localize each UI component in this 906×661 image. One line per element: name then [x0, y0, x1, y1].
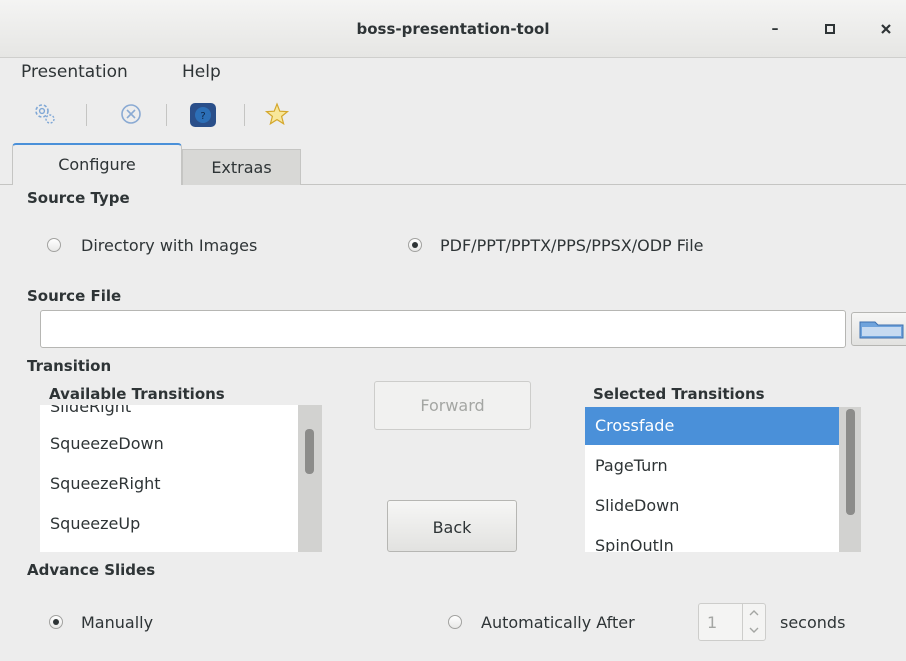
tab-configure[interactable]: Configure [12, 143, 182, 185]
menu-presentation[interactable]: Presentation [21, 62, 128, 82]
back-button[interactable]: Back [387, 500, 517, 552]
radio-automatically[interactable] [448, 615, 462, 629]
toolbar-separator [166, 104, 167, 126]
toolbar-separator [86, 104, 87, 126]
advance-slides-heading: Advance Slides [27, 561, 156, 579]
close-button[interactable] [876, 19, 896, 39]
selected-transitions-list[interactable]: Crossfade PageTurn SlideDown SpinOutIn [585, 407, 841, 552]
list-item[interactable]: SlideDown [585, 487, 841, 525]
spin-arrows[interactable] [742, 604, 765, 640]
source-file-input[interactable] [40, 310, 846, 348]
svg-text:?: ? [200, 111, 205, 122]
list-item[interactable]: SpinOutIn [585, 527, 841, 552]
tab-bar: Extraas Configure [0, 143, 906, 185]
help-icon[interactable]: ? [189, 101, 216, 127]
available-transitions-heading: Available Transitions [49, 385, 225, 403]
radio-manually[interactable] [49, 615, 63, 629]
list-item[interactable]: Crossfade [585, 407, 841, 445]
available-transitions-list[interactable]: SlideRight SqueezeDown SqueezeRight Sque… [40, 405, 298, 552]
maximize-button[interactable] [820, 19, 840, 39]
menu-help[interactable]: Help [182, 62, 221, 82]
forward-button[interactable]: Forward [374, 381, 531, 430]
selected-scrollbar-thumb[interactable] [846, 409, 855, 515]
star-icon[interactable] [264, 101, 290, 127]
radio-directory-images-label[interactable]: Directory with Images [81, 236, 257, 255]
available-scrollbar[interactable] [298, 405, 322, 552]
toolbar: ? [0, 92, 906, 138]
source-file-heading: Source File [27, 287, 122, 305]
list-item[interactable]: SlideRight [40, 405, 298, 426]
available-scrollbar-thumb[interactable] [305, 429, 314, 474]
radio-automatically-label[interactable]: Automatically After [481, 613, 635, 632]
spin-up-icon[interactable] [743, 604, 765, 622]
folder-icon [859, 321, 904, 339]
list-item[interactable]: SqueezeDown [40, 425, 298, 463]
spin-down-icon[interactable] [743, 622, 765, 640]
tab-extraas[interactable]: Extraas [182, 149, 301, 185]
radio-pdf-file-label[interactable]: PDF/PPT/PPTX/PPS/PPSX/ODP File [440, 236, 704, 255]
title-bar: boss-presentation-tool – [0, 0, 906, 58]
seconds-label: seconds [780, 613, 846, 632]
selected-scrollbar[interactable] [839, 407, 861, 552]
maximize-icon [825, 24, 835, 34]
list-item[interactable]: SqueezeUp [40, 505, 298, 543]
gear-icon[interactable] [32, 101, 58, 127]
list-item[interactable]: PageTurn [585, 447, 841, 485]
source-type-heading: Source Type [27, 189, 130, 207]
seconds-spinbutton[interactable]: 1 [698, 603, 766, 641]
transition-heading: Transition [27, 357, 112, 375]
radio-directory-images[interactable] [47, 238, 61, 252]
close-icon [881, 24, 891, 34]
radio-manually-label[interactable]: Manually [81, 613, 153, 632]
menu-bar: Presentation Help [0, 58, 906, 90]
seconds-value[interactable]: 1 [707, 613, 717, 632]
radio-pdf-file[interactable] [408, 238, 422, 252]
stop-icon[interactable] [118, 101, 144, 127]
list-item[interactable]: SqueezeRight [40, 465, 298, 503]
file-chooser-button[interactable] [851, 312, 906, 346]
selected-transitions-heading: Selected Transitions [593, 385, 765, 403]
minimize-button[interactable]: – [765, 19, 785, 39]
toolbar-separator [244, 104, 245, 126]
